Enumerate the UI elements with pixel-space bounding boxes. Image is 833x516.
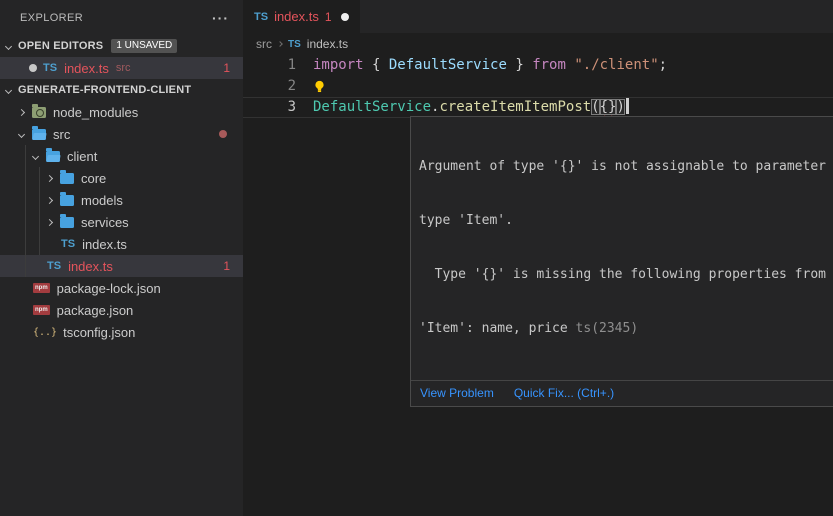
vscode-window: EXPLORER ··· OPEN EDITORS 1 UNSAVED TS i… xyxy=(0,0,833,516)
chevron-down-icon xyxy=(18,130,25,137)
tree-item-client[interactable]: client xyxy=(0,145,243,167)
line-number: 1 xyxy=(243,55,296,76)
chevron-right-icon xyxy=(18,108,25,115)
error-message-line: Argument of type '{}' is not assignable … xyxy=(419,158,833,176)
code-text: DefaultService.createItemItemPost({}) xyxy=(313,97,629,118)
tab-error-count: 1 xyxy=(325,10,332,24)
explorer-titlebar: EXPLORER ··· xyxy=(0,0,243,35)
tree-item-models[interactable]: models xyxy=(0,189,243,211)
typescript-file-icon: TS xyxy=(288,39,301,50)
node-modules-folder-icon xyxy=(32,107,46,118)
chevron-down-icon xyxy=(5,42,12,49)
tab-bar: TS index.ts 1 xyxy=(243,0,833,33)
lightbulb-icon[interactable] xyxy=(313,76,326,97)
typescript-file-icon: TS xyxy=(254,11,268,23)
unsaved-dot-icon[interactable] xyxy=(341,13,349,21)
error-count-badge: 1 xyxy=(223,61,243,75)
breadcrumb-folder[interactable]: src xyxy=(256,37,272,51)
chevron-right-icon xyxy=(46,218,53,225)
tooltip-actions: View Problem Quick Fix... (Ctrl+.) xyxy=(411,380,833,406)
code-line-2: 2 xyxy=(243,76,833,97)
error-hover-tooltip: Argument of type '{}' is not assignable … xyxy=(410,116,833,407)
folder-icon xyxy=(60,217,74,228)
modified-dot-icon xyxy=(29,64,37,72)
error-message-line: Type '{}' is missing the following prope… xyxy=(419,266,833,284)
breadcrumb: src TS index.ts xyxy=(243,33,833,55)
diagnostic-code: ts(2345) xyxy=(576,321,639,336)
folder-icon xyxy=(60,173,74,184)
open-folder-icon xyxy=(32,129,46,140)
open-editor-filename: index.ts xyxy=(64,61,109,76)
tree-item-services[interactable]: services xyxy=(0,211,243,233)
typescript-file-icon: TS xyxy=(61,238,75,250)
explorer-sidebar: EXPLORER ··· OPEN EDITORS 1 UNSAVED TS i… xyxy=(0,0,243,516)
open-editor-item-index-ts[interactable]: TS index.ts src 1 xyxy=(0,57,243,79)
folder-icon xyxy=(60,195,74,206)
error-message: Argument of type '{}' is not assignable … xyxy=(411,117,833,380)
error-count-badge: 1 xyxy=(223,259,243,273)
typescript-file-icon: TS xyxy=(43,62,57,74)
chevron-down-icon xyxy=(32,152,39,159)
npm-file-icon: npm xyxy=(33,305,50,315)
tree-item-tsconfig-json[interactable]: {..} tsconfig.json xyxy=(0,321,243,343)
code-line-1: 1 import { DefaultService } from "./clie… xyxy=(243,55,833,76)
breadcrumb-separator-icon xyxy=(277,41,283,47)
tree-item-core[interactable]: core xyxy=(0,167,243,189)
code-text: import { DefaultService } from "./client… xyxy=(313,55,667,76)
view-problem-link[interactable]: View Problem xyxy=(420,386,494,400)
json-braces-icon: {..} xyxy=(33,327,57,338)
npm-file-icon: npm xyxy=(33,283,50,293)
bracket-match: ( xyxy=(591,99,599,115)
tree-item-src-index-ts[interactable]: TS index.ts 1 xyxy=(0,255,243,277)
typescript-file-icon: TS xyxy=(47,260,61,272)
folder-error-dot-icon xyxy=(219,130,227,138)
tree-item-package-json[interactable]: npm package.json xyxy=(0,299,243,321)
project-root-header[interactable]: GENERATE-FRONTEND-CLIENT xyxy=(0,79,243,101)
chevron-right-icon xyxy=(46,174,53,181)
chevron-down-icon xyxy=(5,86,12,93)
code-editor[interactable]: 1 import { DefaultService } from "./clie… xyxy=(243,55,833,118)
breadcrumb-file[interactable]: index.ts xyxy=(307,37,348,51)
indent-guide xyxy=(39,167,40,255)
error-argument: {} xyxy=(600,99,617,115)
open-editors-label: OPEN EDITORS xyxy=(18,40,103,52)
file-tree: node_modules src client core xyxy=(0,101,243,343)
open-editors-header[interactable]: OPEN EDITORS 1 UNSAVED xyxy=(0,35,243,57)
more-actions-icon[interactable]: ··· xyxy=(212,10,229,26)
line-number: 2 xyxy=(243,76,296,97)
open-editor-description: src xyxy=(116,62,131,74)
unsaved-count-badge: 1 UNSAVED xyxy=(111,39,177,53)
line-number: 3 xyxy=(243,97,296,118)
text-cursor xyxy=(626,98,629,114)
bracket-match: ) xyxy=(616,99,624,115)
code-line-3: 3 DefaultService.createItemItemPost({}) xyxy=(243,97,833,118)
tab-title: index.ts xyxy=(274,9,319,24)
tree-item-client-index-ts[interactable]: TS index.ts xyxy=(0,233,243,255)
indent-guide xyxy=(25,145,26,277)
tree-item-src[interactable]: src xyxy=(0,123,243,145)
explorer-title: EXPLORER xyxy=(20,12,83,24)
chevron-right-icon xyxy=(46,196,53,203)
quick-fix-link[interactable]: Quick Fix... (Ctrl+.) xyxy=(514,386,614,400)
error-message-line: 'Item': name, price ts(2345) xyxy=(419,320,833,338)
tree-item-package-lock-json[interactable]: npm package-lock.json xyxy=(0,277,243,299)
error-message-line: type 'Item'. xyxy=(419,212,833,230)
open-folder-icon xyxy=(46,151,60,162)
project-root-label: GENERATE-FRONTEND-CLIENT xyxy=(18,84,191,96)
tab-index-ts[interactable]: TS index.ts 1 xyxy=(243,0,360,33)
tree-item-node-modules[interactable]: node_modules xyxy=(0,101,243,123)
